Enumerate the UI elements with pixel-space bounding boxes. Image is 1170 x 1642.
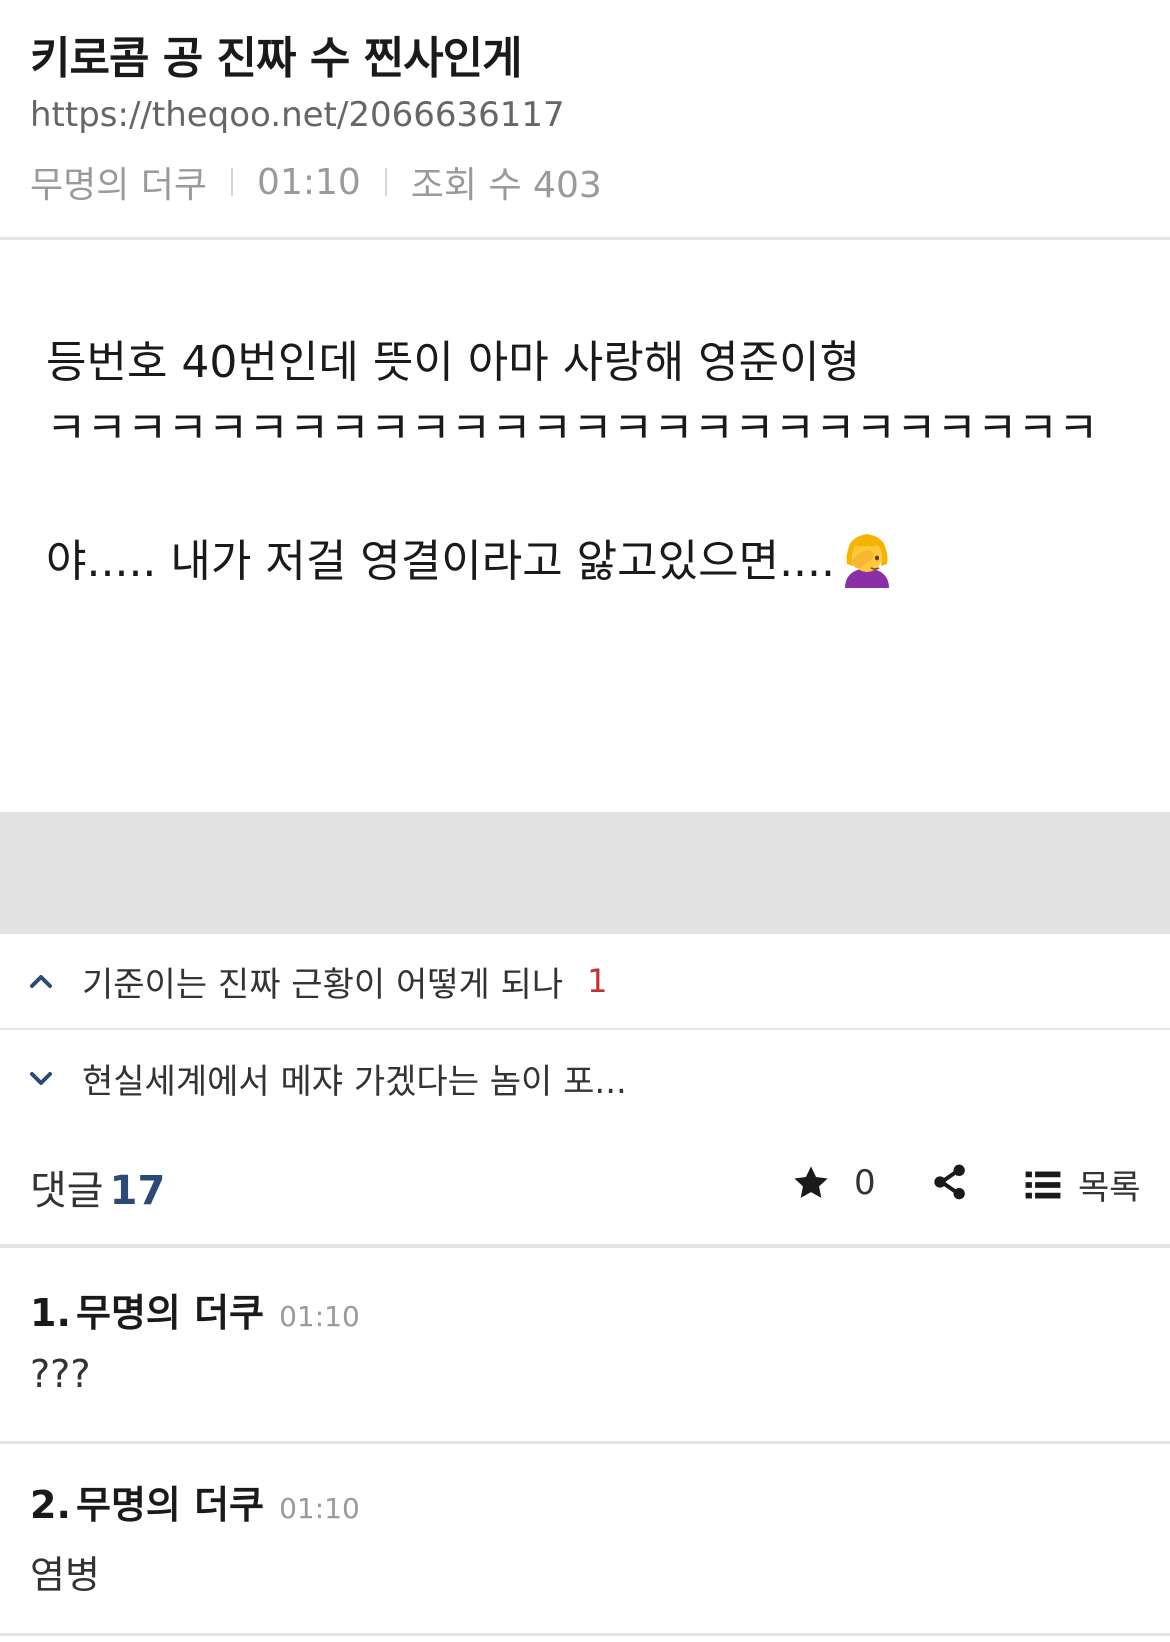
share-icon bbox=[934, 1164, 965, 1200]
comment-count: 17 bbox=[109, 1168, 166, 1214]
chevron-down-icon bbox=[30, 1072, 52, 1085]
chevron-up-icon bbox=[30, 975, 52, 988]
comment-text: 염병 bbox=[30, 1553, 100, 1597]
meta-divider bbox=[231, 168, 234, 196]
comment-time: 01:10 bbox=[279, 1492, 360, 1525]
meta-divider bbox=[384, 168, 387, 196]
prev-post-title: 기준이는 진짜 근황이 어떻게 되나 bbox=[82, 964, 564, 1005]
post-url[interactable]: https://theqoo.net/2066636117 bbox=[30, 95, 565, 135]
facepalm-woman-emoji bbox=[845, 534, 890, 588]
comment-author[interactable]: 무명의 더쿠 bbox=[76, 1483, 264, 1527]
comment-number: 1. bbox=[30, 1291, 71, 1335]
comment-header: 2. 무명의 더쿠 01:10 bbox=[30, 1474, 360, 1529]
post-meta: 무명의 더쿠 01:10 조회 수 403 bbox=[30, 156, 602, 208]
post-header: 키로콤 공 진짜 수 찐사인게 https://theqoo.net/20666… bbox=[0, 0, 1170, 240]
comment-item: 2. 무명의 더쿠 01:10 염병 bbox=[0, 1444, 1170, 1636]
post-body: 등번호 40번인데 뜻이 아마 사랑해 영준이형 ㅋㅋㅋㅋㅋㅋㅋㅋㅋㅋㅋㅋㅋㅋㅋ… bbox=[46, 330, 1136, 595]
comment-number: 2. bbox=[30, 1483, 71, 1527]
post-body-line: 야..... 내가 저걸 영결이라고 앓고있으면.... bbox=[46, 528, 1136, 595]
comment-header: 1. 무명의 더쿠 01:10 bbox=[30, 1282, 360, 1337]
comment-item: 1. 무명의 더쿠 01:10 ??? bbox=[0, 1252, 1170, 1444]
next-post-title: 현실세계에서 메쟈 가겠다는 놈이 포... bbox=[82, 1061, 627, 1102]
star-icon bbox=[794, 1166, 828, 1198]
comment-author[interactable]: 무명의 더쿠 bbox=[76, 1291, 264, 1335]
list-button[interactable]: 목록 bbox=[1024, 1160, 1141, 1209]
post-body-line: ㅋㅋㅋㅋㅋㅋㅋㅋㅋㅋㅋㅋㅋㅋㅋㅋㅋㅋㅋㅋㅋㅋㅋㅋㅋㅋ bbox=[46, 403, 1099, 454]
list-icon bbox=[1025, 1171, 1061, 1198]
star-button[interactable]: 0 bbox=[790, 1162, 876, 1204]
star-count: 0 bbox=[854, 1163, 876, 1203]
post-views: 조회 수 403 bbox=[410, 165, 602, 206]
prev-post-comment-count: 1 bbox=[587, 962, 608, 1000]
list-button-label: 목록 bbox=[1078, 1168, 1141, 1208]
post-body-line: 등번호 40번인데 뜻이 아마 사랑해 영준이형 bbox=[46, 337, 861, 388]
post-author[interactable]: 무명의 더쿠 bbox=[30, 156, 207, 208]
post-action-bar: 댓글 17 0 목록 bbox=[0, 1130, 1170, 1248]
prev-post-link[interactable]: 기준이는 진짜 근황이 어떻게 되나 1 bbox=[0, 934, 1170, 1030]
post-time: 01:10 bbox=[257, 161, 361, 203]
next-post-link[interactable]: 현실세계에서 메쟈 가겠다는 놈이 포... bbox=[0, 1030, 1170, 1126]
post-title: 키로콤 공 진짜 수 찐사인게 bbox=[30, 33, 523, 84]
comment-time: 01:10 bbox=[279, 1300, 360, 1333]
comment-text: ??? bbox=[30, 1352, 91, 1396]
content-divider-band bbox=[0, 812, 1170, 934]
share-button[interactable] bbox=[930, 1162, 970, 1206]
comment-count-label: 댓글 17 bbox=[30, 1168, 166, 1214]
